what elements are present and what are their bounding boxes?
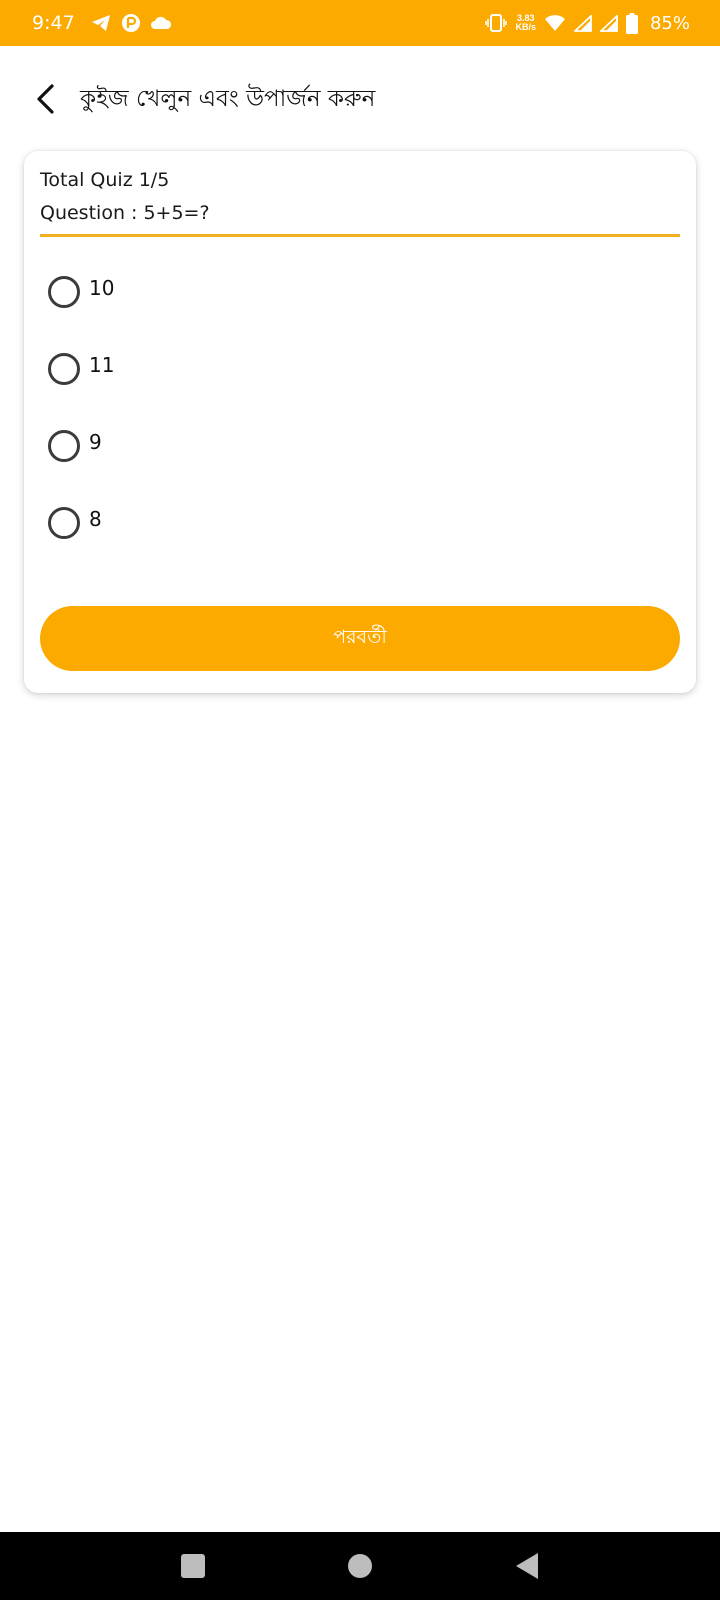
radio-button[interactable] [48, 430, 80, 462]
wifi-icon [544, 14, 566, 32]
question-divider [40, 234, 680, 237]
home-button[interactable] [330, 1536, 390, 1596]
next-button[interactable]: পরবর্তী [40, 606, 680, 671]
page-title: কুইজ খেলুন এবং উপার্জন করুন [80, 85, 376, 112]
answer-options: 10 11 9 8 [48, 271, 668, 579]
radio-button[interactable] [48, 507, 80, 539]
chevron-left-icon [37, 84, 54, 114]
net-speed-unit: KB/s [515, 22, 536, 32]
cloud-icon [150, 16, 171, 30]
home-icon [347, 1554, 372, 1578]
status-bar: 9:47 3.83 KB/s 85% [0, 0, 720, 46]
net-speed: 3.83 KB/s [515, 14, 536, 32]
status-left: 9:47 [32, 12, 181, 34]
answer-option[interactable]: 9 [48, 425, 668, 502]
recents-icon [181, 1554, 206, 1578]
app-bar: কুইজ খেলুন এবং উপার্জন করুন [0, 46, 720, 152]
status-right: 3.83 KB/s 85% [485, 12, 690, 34]
app-badge-icon [121, 13, 141, 33]
battery-percent: 85% [649, 12, 690, 34]
signal-icon [573, 14, 592, 32]
total-quiz-label: Total Quiz 1/5 [40, 169, 170, 191]
signal-icon [599, 14, 618, 32]
radio-button[interactable] [48, 353, 80, 385]
answer-option[interactable]: 8 [48, 502, 668, 579]
vibrate-icon [485, 14, 508, 32]
system-nav-bar [0, 1532, 720, 1600]
answer-option[interactable]: 11 [48, 348, 668, 425]
status-time: 9:47 [32, 12, 75, 34]
answer-option-label: 8 [89, 507, 102, 531]
radio-button[interactable] [48, 276, 80, 308]
back-icon [515, 1553, 538, 1579]
telegram-icon [91, 14, 111, 32]
answer-option-label: 10 [89, 276, 115, 300]
answer-option[interactable]: 10 [48, 271, 668, 348]
question-label: Question : 5+5=? [40, 202, 210, 224]
battery-icon [625, 12, 638, 34]
system-back-button[interactable] [497, 1536, 557, 1596]
quiz-card: Total Quiz 1/5 Question : 5+5=? 10 11 9 … [24, 151, 696, 693]
answer-option-label: 11 [89, 353, 115, 377]
recents-button[interactable] [163, 1536, 223, 1596]
answer-option-label: 9 [89, 430, 102, 454]
back-button[interactable] [22, 75, 70, 123]
